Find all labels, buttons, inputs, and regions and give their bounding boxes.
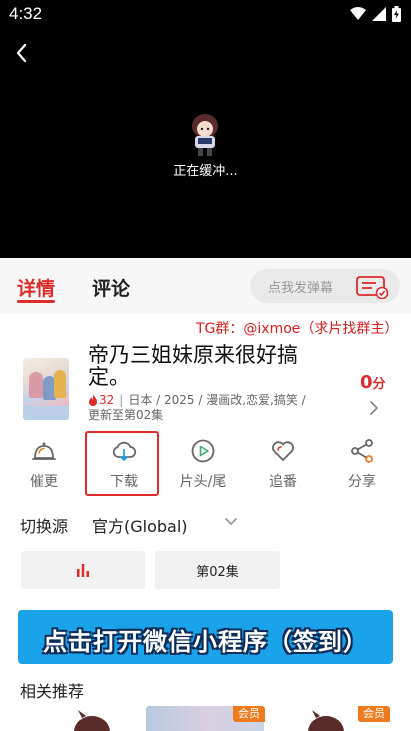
- battery-icon: [392, 6, 401, 22]
- group-notice[interactable]: TG群：@ixmoe（求片找群主）: [196, 318, 398, 338]
- episode-label: 第02集: [196, 565, 239, 580]
- hot-count-value: 32: [99, 392, 115, 407]
- mascot-placeholder-icon: [308, 710, 344, 731]
- follow-label: 追番: [269, 474, 297, 490]
- back-arrow-icon[interactable]: [10, 40, 36, 66]
- skip-opening-ending-button[interactable]: 片头/尾: [168, 438, 238, 490]
- update-status: 更新至第02集: [88, 408, 164, 422]
- related-title: 相关推荐: [20, 682, 85, 701]
- follow-button[interactable]: 追番: [248, 438, 318, 490]
- source-select[interactable]: 官方(Global): [92, 513, 188, 537]
- meta-separator: |: [119, 392, 124, 407]
- chevron-right-icon[interactable]: [368, 400, 380, 416]
- score-unit: 分: [372, 377, 386, 392]
- urge-update-label: 催更: [30, 474, 58, 490]
- anime-title: 帝乃三姐妹原来很好搞定。: [88, 343, 298, 389]
- score: 0分: [360, 372, 386, 393]
- share-label: 分享: [348, 474, 376, 490]
- wechat-miniprogram-banner[interactable]: 点击打开微信小程序（签到）: [18, 610, 393, 664]
- signal-icon: [372, 7, 386, 21]
- score-value: 0: [360, 372, 373, 393]
- anime-cover-image[interactable]: [23, 358, 69, 420]
- related-item-thumbnail[interactable]: [296, 706, 356, 731]
- fire-icon: [89, 393, 97, 406]
- tab-comments[interactable]: 评论: [92, 274, 130, 301]
- bell-icon: [32, 442, 56, 460]
- wifi-icon: [350, 7, 366, 20]
- status-bar: 4:32: [0, 0, 411, 28]
- status-icons: [350, 6, 401, 22]
- mascot-placeholder-icon: [74, 710, 110, 731]
- danmu-settings-icon[interactable]: [354, 275, 390, 299]
- action-bar: 催更 下载 片头/尾 追番 分享: [0, 430, 411, 496]
- related-item-thumbnail[interactable]: [62, 706, 122, 731]
- loading-mascot-icon: [192, 114, 218, 156]
- detail-tabs: 详情 评论 点我发弹幕: [0, 258, 411, 314]
- active-tab-indicator: [17, 300, 55, 303]
- hot-count: 32: [88, 393, 114, 407]
- video-player[interactable]: 4:32 正在缓冲...: [0, 0, 411, 258]
- chevron-down-icon[interactable]: [223, 514, 239, 530]
- banner-text: 点击打开微信小程序（签到）: [43, 628, 368, 656]
- share-button[interactable]: 分享: [327, 438, 397, 490]
- bar-chart-icon: [77, 564, 89, 577]
- vip-badge: 会员: [358, 706, 390, 722]
- buffering-text: 正在缓冲...: [173, 164, 238, 179]
- heart-icon: [272, 441, 294, 461]
- skip-opening-ending-label: 片头/尾: [179, 474, 227, 490]
- urge-update-button[interactable]: 催更: [9, 438, 79, 490]
- source-label: 切换源: [20, 517, 69, 536]
- download-highlight-box: [85, 431, 159, 496]
- danmu-input[interactable]: 点我发弹幕: [250, 269, 400, 303]
- tab-detail[interactable]: 详情: [17, 274, 55, 301]
- episode-ranking-button[interactable]: [21, 551, 145, 589]
- danmu-placeholder: 点我发弹幕: [268, 281, 334, 296]
- episode-button[interactable]: 第02集: [155, 551, 280, 589]
- status-time: 4:32: [9, 4, 43, 23]
- play-circle-icon: [191, 439, 215, 463]
- share-icon: [351, 439, 373, 463]
- vip-badge: 会员: [233, 706, 265, 722]
